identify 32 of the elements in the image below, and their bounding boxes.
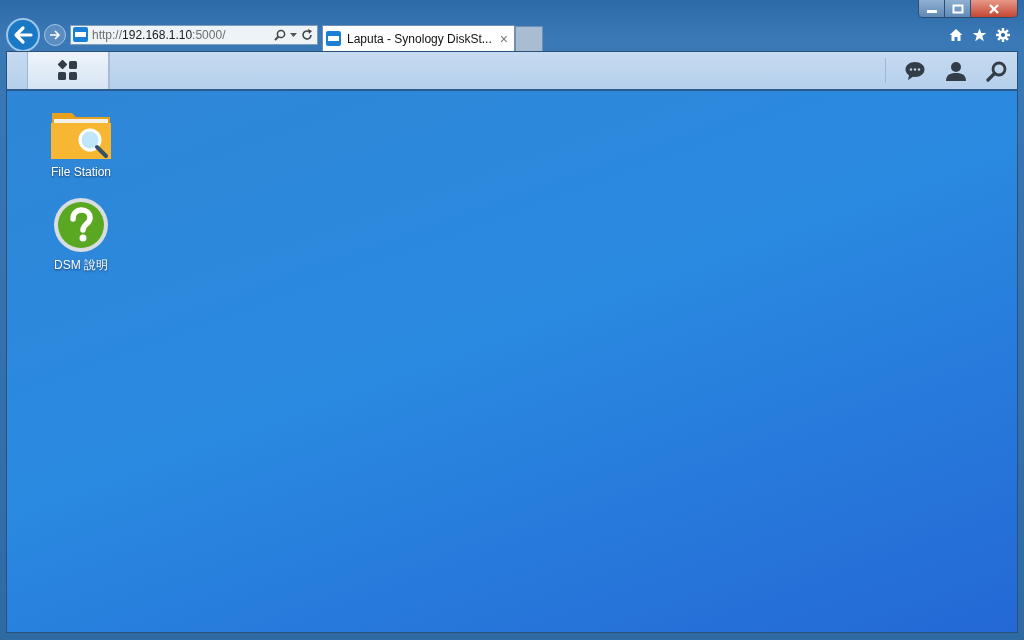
tab-close-button[interactable]: ×	[497, 31, 510, 46]
close-button[interactable]	[971, 0, 1017, 17]
dsm-logo-icon	[73, 27, 88, 42]
help-question-icon	[53, 197, 109, 253]
search-icon	[985, 59, 1008, 82]
chat-bubble-icon	[903, 59, 926, 82]
settings-icon[interactable]	[996, 27, 1010, 42]
user-silhouette-icon	[944, 59, 967, 82]
dsm-logo-icon	[326, 31, 341, 46]
minimize-button[interactable]	[919, 0, 945, 17]
desktop-shortcut[interactable]: DSM 說明	[41, 197, 121, 274]
shortcut-label: File Station	[51, 165, 111, 179]
maximize-button[interactable]	[945, 0, 971, 17]
forward-button[interactable]	[44, 23, 66, 46]
forward-arrow-icon	[49, 28, 61, 41]
dropdown-caret-icon[interactable]	[290, 32, 297, 37]
desktop-shortcut[interactable]: File Station	[41, 105, 121, 179]
search-icon[interactable]	[274, 28, 286, 41]
maximize-icon	[951, 4, 964, 14]
close-icon	[988, 4, 1000, 14]
grid-menu-icon	[57, 59, 79, 82]
url-text: http://192.168.1.10:5000/	[92, 27, 226, 42]
home-icon[interactable]	[949, 27, 963, 42]
refresh-icon[interactable]	[301, 28, 313, 41]
shortcut-label: DSM 說明	[54, 257, 108, 274]
back-button[interactable]	[6, 17, 40, 52]
address-bar[interactable]: http://192.168.1.10:5000/	[70, 24, 318, 45]
star-icon[interactable]	[972, 27, 987, 42]
tab-title: Laputa - Synology DiskSt...	[347, 31, 492, 46]
browser-tab[interactable]: Laputa - Synology DiskSt... ×	[322, 25, 515, 51]
main-menu-button[interactable]	[28, 52, 110, 89]
back-arrow-icon	[13, 24, 33, 45]
